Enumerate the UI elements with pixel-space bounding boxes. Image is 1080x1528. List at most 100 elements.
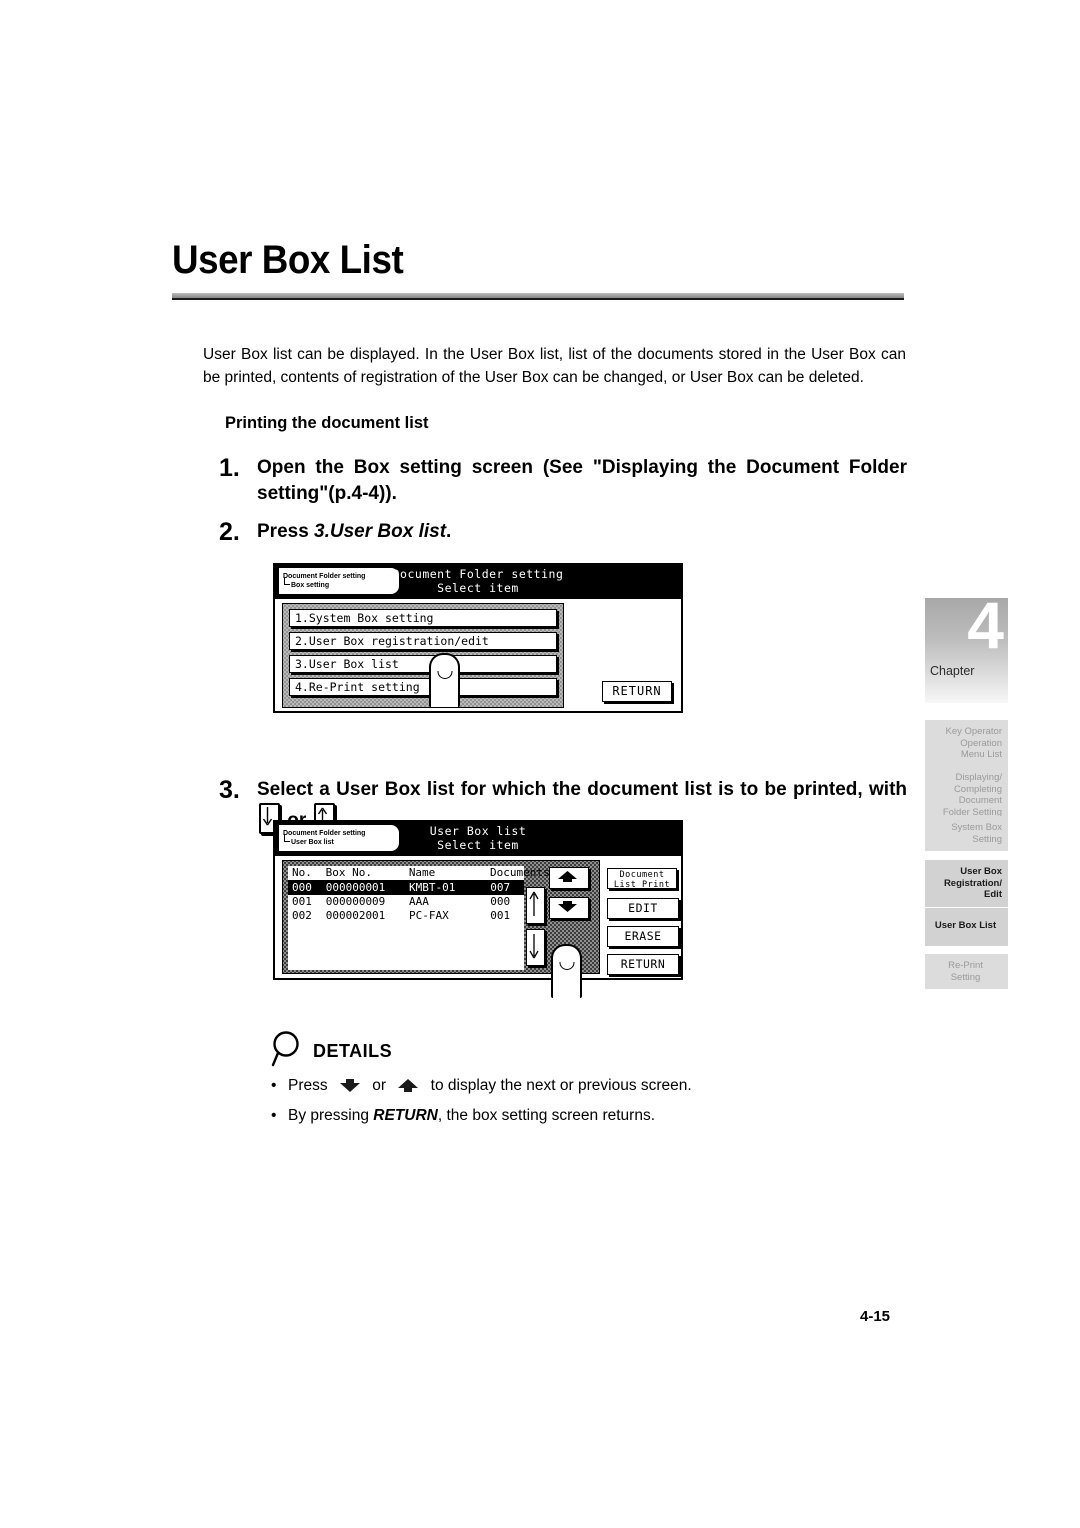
return-button[interactable]: RETURN	[607, 954, 679, 975]
details-item-1: • Press or to display the next or previo…	[271, 1072, 871, 1102]
lcd2-title-block: User Box list Select item	[275, 824, 681, 852]
sidebar-item-user-box-registration-edit[interactable]: User Box Registration/ Edit	[925, 860, 1008, 907]
lcd2-box-table: No. Box No. Name Documents 000 000000001…	[288, 866, 550, 970]
cell-no: 002	[292, 909, 312, 922]
cell-box-no: 000000009	[325, 895, 386, 908]
chapter-label: Chapter	[930, 664, 975, 678]
table-row[interactable]: 000 000000001 KMBT-01 007	[288, 881, 524, 895]
chapter-number: 4	[967, 588, 1004, 662]
intro-paragraph: User Box list can be displayed. In the U…	[203, 346, 906, 386]
lcd1-menu-item-system-box-setting[interactable]: 1.System Box setting	[289, 609, 557, 627]
edit-button[interactable]: EDIT	[607, 898, 679, 919]
column-header-no: No.	[292, 866, 312, 879]
sidebar-label-line: Re-Print	[948, 960, 983, 971]
document-list-print-button[interactable]: Document List Print	[607, 868, 677, 889]
sidebar-item-user-box-list[interactable]: User Box List	[925, 908, 1008, 946]
step-2-text: Press 3.User Box list.	[257, 519, 451, 545]
column-header-documents: Documents	[490, 866, 550, 879]
cell-no: 001	[292, 895, 312, 908]
details-list: • Press or to display the next or previo…	[271, 1072, 871, 1129]
chapter-tab: 4 Chapter	[925, 592, 1008, 703]
details-item-2-a: By pressing	[288, 1107, 374, 1124]
sidebar-label-line: Completing	[953, 783, 1002, 795]
step-2-emphasis: 3.User Box list	[314, 521, 447, 542]
erase-button[interactable]: ERASE	[607, 926, 679, 947]
solid-down-arrow-icon	[337, 1075, 363, 1102]
sidebar-item-key-operator-operation-menu-list[interactable]: Key Operator Operation Menu List	[925, 720, 1008, 767]
column-header-name: Name	[408, 866, 436, 879]
step-1: 1. Open the Box setting screen (See "Dis…	[219, 455, 909, 507]
details-item-1-c: to display the next or previous screen.	[426, 1077, 692, 1094]
sidebar-label-line: User Box List	[934, 920, 997, 931]
page-title: User Box List	[172, 238, 404, 282]
lcd1-subtitle: Select item	[437, 581, 519, 595]
title-divider	[172, 293, 904, 300]
cell-box-no: 000002001	[325, 909, 386, 922]
lcd1-title-block: Document Folder setting Select item	[275, 567, 681, 595]
step-2-prefix: Press	[257, 521, 315, 542]
details-item-2: • By pressing RETURN, the box setting sc…	[271, 1102, 871, 1129]
details-item-2-b: , the box setting screen returns.	[437, 1107, 656, 1124]
sidebar-item-re-print-setting[interactable]: Re-Print Setting	[925, 954, 1008, 989]
sidebar-label-line: System Box	[951, 822, 1002, 833]
step-2: 2. Press 3.User Box list.	[219, 519, 909, 545]
finger-pointer-icon	[551, 944, 582, 998]
cell-name: KMBT-01	[408, 881, 456, 894]
scroll-up-button[interactable]	[526, 887, 545, 924]
lcd2-title: User Box list	[429, 824, 527, 838]
section-subheading: Printing the document list	[225, 414, 429, 432]
step-1-number: 1.	[219, 454, 240, 482]
cell-box-no: 000000001	[325, 881, 386, 894]
sidebar-label-line: Document	[958, 795, 1002, 806]
cell-name: PC-FAX	[408, 909, 449, 922]
lcd2-subtitle: Select item	[437, 838, 519, 852]
details-item-1-a: Press	[288, 1077, 332, 1094]
details-heading: DETAILS	[313, 1041, 393, 1061]
details-item-2-text: By pressing RETURN, the box setting scre…	[288, 1102, 655, 1129]
solid-up-arrow-icon	[395, 1075, 421, 1102]
page-number: 4-15	[860, 1308, 891, 1325]
table-row[interactable]: 001 000000009 AAA 000	[288, 895, 524, 909]
table-row[interactable]: 002 000002001 PC-FAX 001	[288, 909, 524, 923]
scroll-down-button[interactable]	[526, 929, 545, 966]
sidebar-label-line: Setting	[950, 971, 981, 983]
lcd1-menu-item-user-box-list[interactable]: 3.User Box list	[289, 655, 557, 673]
bullet-icon: •	[271, 1077, 277, 1094]
step-2-suffix: .	[446, 521, 452, 542]
cell-name: AAA	[408, 895, 429, 908]
sidebar-item-system-box-setting[interactable]: System Box Setting	[925, 816, 1008, 851]
lcd2-header: Document Folder setting User Box list Us…	[275, 822, 681, 856]
page-up-button[interactable]	[549, 867, 589, 889]
details-item-1-text: Press or to display the next or previous…	[288, 1072, 692, 1102]
sidebar-label-line: Menu List	[960, 749, 1002, 760]
lcd1-menu-item-user-box-registration-edit[interactable]: 2.User Box registration/edit	[289, 632, 557, 650]
lcd1-menu-panel: 1.System Box setting 2.User Box registra…	[282, 603, 564, 708]
cell-documents: 000	[490, 895, 511, 908]
page-down-button[interactable]	[549, 897, 589, 919]
lcd1-menu-item-reprint-setting[interactable]: 4.Re-Print setting	[289, 678, 557, 696]
finger-pointer-icon	[429, 653, 460, 707]
step-3-text-a: Select a User Box list for which the doc…	[257, 779, 907, 800]
table-header-row: No. Box No. Name Documents	[288, 866, 550, 881]
lcd1-body: 1.System Box setting 2.User Box registra…	[275, 599, 681, 711]
cell-documents: 001	[490, 909, 511, 922]
sidebar-label-line: Edit	[984, 889, 1002, 900]
lcd1-return-button[interactable]: RETURN	[602, 681, 672, 702]
magnifier-icon	[271, 1030, 307, 1073]
sidebar-label-line: User Box	[960, 866, 1002, 877]
step-1-text: Open the Box setting screen (See "Displa…	[257, 457, 907, 504]
lcd-screen-user-box-list: Document Folder setting User Box list Us…	[273, 820, 683, 998]
cell-no: 000	[292, 881, 312, 894]
sidebar-label-line: Setting	[972, 833, 1002, 845]
details-item-2-emphasis: RETURN	[373, 1107, 438, 1124]
details-item-1-b: or	[367, 1077, 391, 1094]
cell-documents: 007	[490, 881, 511, 894]
column-header-box-no: Box No.	[325, 866, 373, 879]
document-list-print-label-line2: List Print	[613, 879, 671, 890]
step-3-number: 3.	[219, 776, 240, 804]
step-2-number: 2.	[219, 518, 240, 546]
sidebar-label-line: Displaying/	[955, 772, 1002, 783]
lcd1-title: Document Folder setting	[392, 567, 564, 581]
details-heading-block: DETAILS	[271, 1030, 392, 1073]
lcd2-body: No. Box No. Name Documents 000 000000001…	[275, 856, 681, 998]
